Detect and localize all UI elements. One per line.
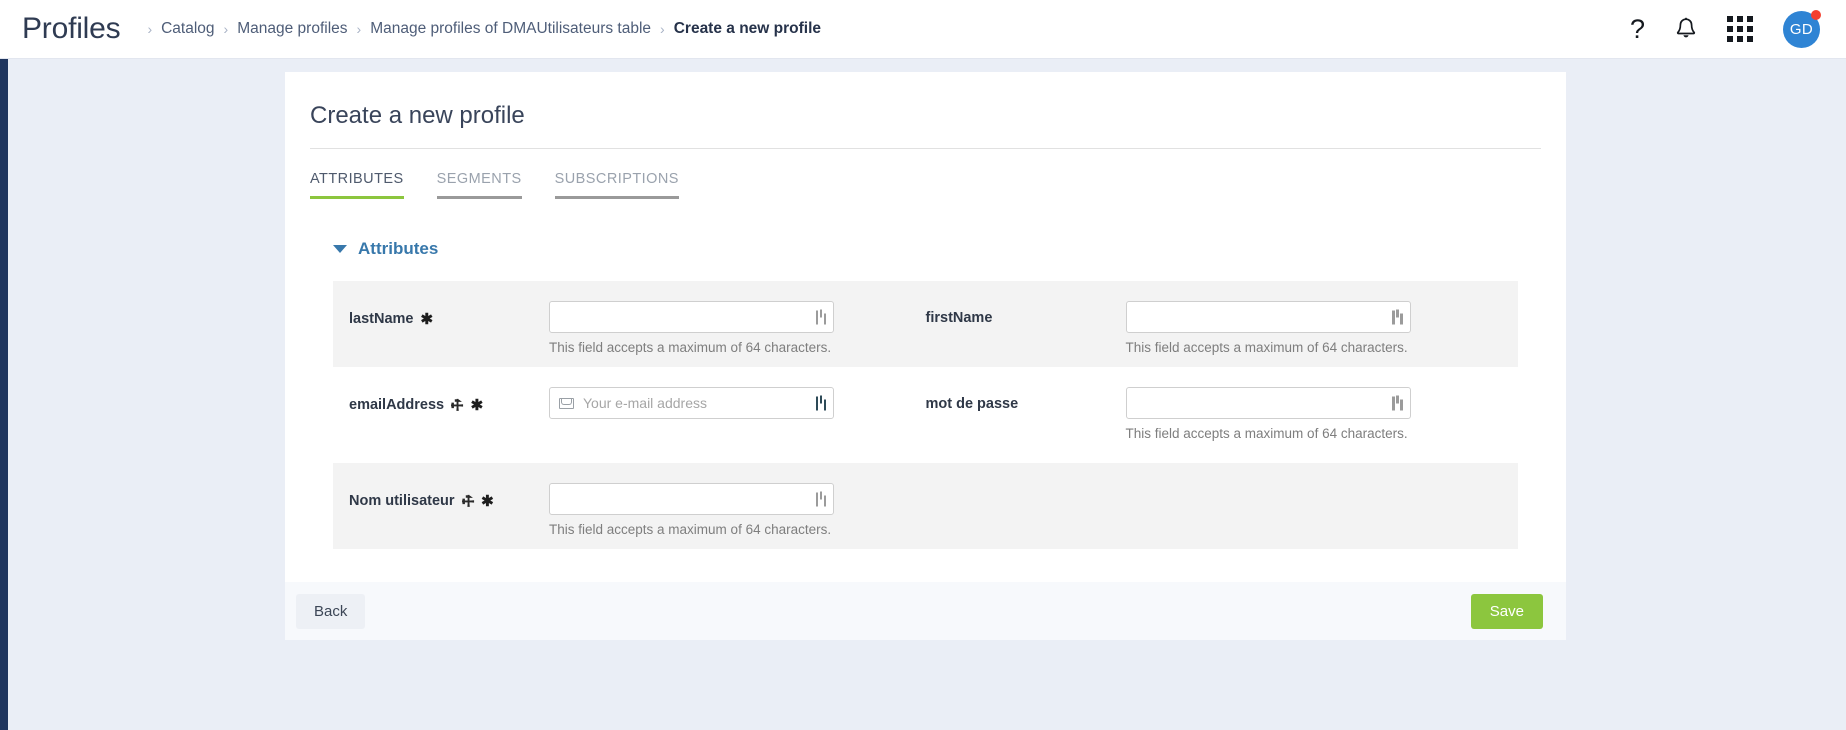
field-hint: This field accepts a maximum of 64 chara… xyxy=(549,522,832,537)
field-hint: This field accepts a maximum of 64 chara… xyxy=(1125,340,1408,355)
required-asterisk-icon: ✱ xyxy=(420,311,434,328)
input-placeholder: Your e-mail address xyxy=(583,395,707,411)
breadcrumb-separator: › xyxy=(147,21,153,37)
text-input[interactable] xyxy=(549,301,834,333)
field-label-group: mot de passe xyxy=(926,387,1126,412)
field-control: Your e-mail address xyxy=(549,387,834,419)
tab-segments[interactable]: SEGMENTS xyxy=(436,171,522,199)
field-label-group: firstName xyxy=(926,301,1126,326)
attributes-section-title: Attributes xyxy=(358,239,439,258)
required-asterisk-icon: ✱ xyxy=(481,493,494,510)
breadcrumb: › Catalog › Manage profiles › Manage profiles… xyxy=(138,20,821,38)
breadcrumb-separator: › xyxy=(223,21,229,37)
personalization-icon[interactable] xyxy=(815,491,826,507)
form-field-right: mot de passe This field accepts a maximum… xyxy=(926,387,1503,441)
field-label: emailAddress xyxy=(349,397,445,413)
field-label: lastName xyxy=(349,311,414,327)
breadcrumb-item-3[interactable]: Manage profiles of DMAUtilisateurs table xyxy=(370,20,651,38)
page-title: Profiles xyxy=(22,12,121,45)
breadcrumb-item-1[interactable]: Catalog xyxy=(161,20,214,38)
attribute-row: lastName ✱ This field accepts a maximum of… xyxy=(333,281,1518,367)
text-input[interactable]: Your e-mail address xyxy=(549,387,834,419)
attributes-section-header[interactable]: Attributes xyxy=(333,239,1566,259)
field-control: This field accepts a maximum of 64 chara… xyxy=(1125,301,1411,355)
field-label-group: lastName ✱ xyxy=(349,301,549,328)
personalization-icon[interactable] xyxy=(815,309,826,325)
bell-icon[interactable] xyxy=(1675,17,1697,41)
attribute-row: emailAddress ⚒ ✱ Your e-mail address mot de … xyxy=(333,367,1518,463)
personalization-icon[interactable] xyxy=(815,395,826,411)
help-icon[interactable]: ? xyxy=(1630,15,1645,43)
field-label-group: emailAddress ⚒ ✱ xyxy=(349,387,549,415)
save-button[interactable]: Save xyxy=(1470,593,1543,629)
notification-dot xyxy=(1811,9,1821,20)
form-field-left: emailAddress ⚒ ✱ Your e-mail address xyxy=(349,387,926,419)
tab-subscriptions[interactable]: SUBSCRIPTIONS xyxy=(554,171,679,199)
text-input[interactable] xyxy=(1125,387,1411,419)
field-label: mot de passe xyxy=(925,396,1019,412)
required-asterisk-icon: ✱ xyxy=(470,397,484,414)
attribute-row: Nom utilisateur ⚒ ✱ This field accepts a ma… xyxy=(333,463,1518,549)
envelope-icon xyxy=(559,397,574,409)
text-input[interactable] xyxy=(549,483,834,515)
field-label-group: Nom utilisateur ⚒ ✱ xyxy=(349,483,549,511)
breadcrumb-separator: › xyxy=(356,21,362,37)
form-footer: Back Save xyxy=(285,582,1566,640)
tab-bar: ATTRIBUTES SEGMENTS SUBSCRIPTIONS xyxy=(310,171,1566,199)
field-label: firstName xyxy=(925,310,993,326)
field-hint: This field accepts a maximum of 64 chara… xyxy=(1125,426,1408,441)
attribute-rows: lastName ✱ This field accepts a maximum of… xyxy=(333,281,1518,549)
profile-form-card: Create a new profile ATTRIBUTES SEGMENTS S… xyxy=(285,72,1566,582)
key-icon: ⚒ xyxy=(446,394,468,415)
form-field-left: Nom utilisateur ⚒ ✱ This field accepts a ma… xyxy=(349,483,926,537)
apps-grid-icon[interactable] xyxy=(1727,16,1753,42)
avatar[interactable]: GD xyxy=(1783,9,1821,48)
field-hint: This field accepts a maximum of 64 chara… xyxy=(549,340,832,355)
field-control: This field accepts a maximum of 64 chara… xyxy=(549,483,834,537)
key-icon: ⚒ xyxy=(457,490,478,511)
top-bar-actions: ? GD xyxy=(1630,9,1821,48)
field-label: Nom utilisateur xyxy=(349,493,455,509)
back-button[interactable]: Back xyxy=(296,593,366,629)
breadcrumb-separator: › xyxy=(660,21,665,37)
breadcrumb-item-4: Create a new profile xyxy=(673,20,822,37)
title-divider xyxy=(310,148,1541,149)
text-input[interactable] xyxy=(1125,301,1411,333)
breadcrumb-item-2[interactable]: Manage profiles xyxy=(237,20,347,38)
chevron-down-icon[interactable] xyxy=(333,245,347,253)
personalization-icon[interactable] xyxy=(1392,395,1403,411)
card-title: Create a new profile xyxy=(310,102,525,129)
form-field-right: firstName This field accepts a maximum of… xyxy=(926,301,1503,355)
tab-attributes[interactable]: ATTRIBUTES xyxy=(310,171,404,199)
form-field-left: lastName ✱ This field accepts a maximum of… xyxy=(349,301,926,355)
field-control: This field accepts a maximum of 64 chara… xyxy=(549,301,834,355)
field-control: This field accepts a maximum of 64 chara… xyxy=(1125,387,1411,441)
app-root: Profiles › Catalog › Manage profiles › Manage… xyxy=(0,0,1846,730)
top-bar: Profiles › Catalog › Manage profiles › Manage… xyxy=(0,0,1846,59)
personalization-icon[interactable] xyxy=(1392,309,1403,325)
collapsed-sidebar-rail[interactable] xyxy=(0,59,8,730)
